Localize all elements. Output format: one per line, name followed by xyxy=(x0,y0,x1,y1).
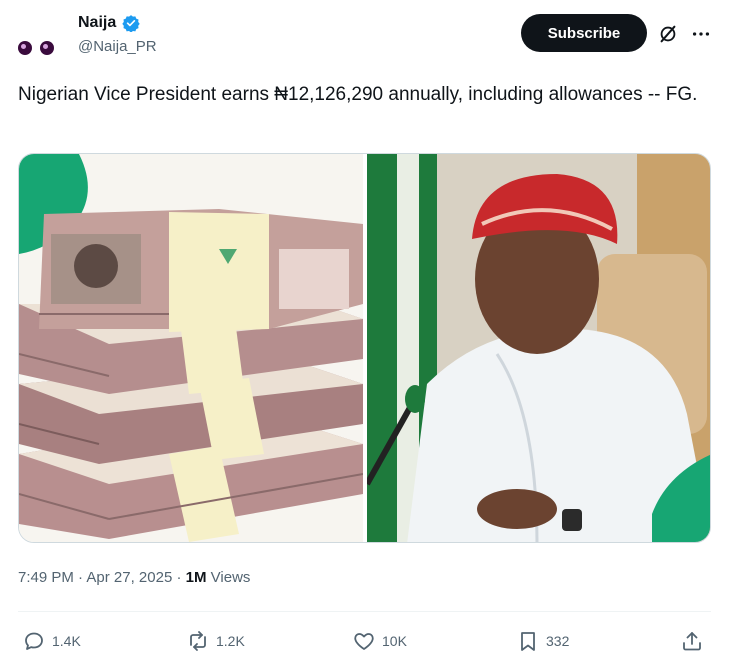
repost-button[interactable]: 1.2K xyxy=(186,628,245,654)
repost-icon xyxy=(190,631,206,651)
author-display-name[interactable]: Naija xyxy=(78,14,116,32)
more-options-icon[interactable] xyxy=(690,23,712,45)
bookmark-icon xyxy=(521,632,535,651)
avatar-eye-left xyxy=(18,41,32,55)
bookmark-button[interactable]: 332 xyxy=(516,628,569,654)
bookmark-count: 332 xyxy=(546,633,570,649)
reply-icon xyxy=(25,632,43,650)
tweet-time[interactable]: 7:49 PM xyxy=(18,569,74,586)
tweet-text: Nigerian Vice President earns ₦12,126,29… xyxy=(18,84,698,105)
banknote-stack-top xyxy=(39,209,363,332)
tweet-meta: 7:49 PM · Apr 27, 2025 · 1M Views xyxy=(18,569,250,586)
verified-badge-icon xyxy=(122,15,140,32)
divider xyxy=(18,611,711,612)
author-handle[interactable]: @Naija_PR xyxy=(78,38,157,55)
tweet-date[interactable]: Apr 27, 2025 xyxy=(86,569,172,586)
repost-count: 1.2K xyxy=(216,633,245,649)
avatar-eye-right xyxy=(40,41,54,55)
author-name-row[interactable]: Naija xyxy=(78,14,140,32)
views-label: Views xyxy=(210,569,251,586)
avatar[interactable] xyxy=(18,36,66,60)
reply-count: 1.4K xyxy=(52,633,81,649)
media-image-vice-president[interactable] xyxy=(363,154,710,542)
banknote-stacks-illustration xyxy=(19,154,363,542)
share-icon xyxy=(683,632,701,651)
media-image-banknotes[interactable] xyxy=(19,154,363,542)
share-button[interactable] xyxy=(680,628,704,654)
vice-president-photo-illustration xyxy=(367,154,710,542)
grok-icon[interactable] xyxy=(657,23,679,45)
reply-button[interactable]: 1.4K xyxy=(22,628,81,654)
subscribe-button[interactable]: Subscribe xyxy=(521,14,647,52)
meta-separator: · xyxy=(176,569,186,586)
heart-icon xyxy=(354,633,374,650)
tweet-media[interactable] xyxy=(18,153,711,543)
like-count: 10K xyxy=(382,633,407,649)
like-button[interactable]: 10K xyxy=(352,628,407,654)
views-count: 1M xyxy=(185,569,207,586)
